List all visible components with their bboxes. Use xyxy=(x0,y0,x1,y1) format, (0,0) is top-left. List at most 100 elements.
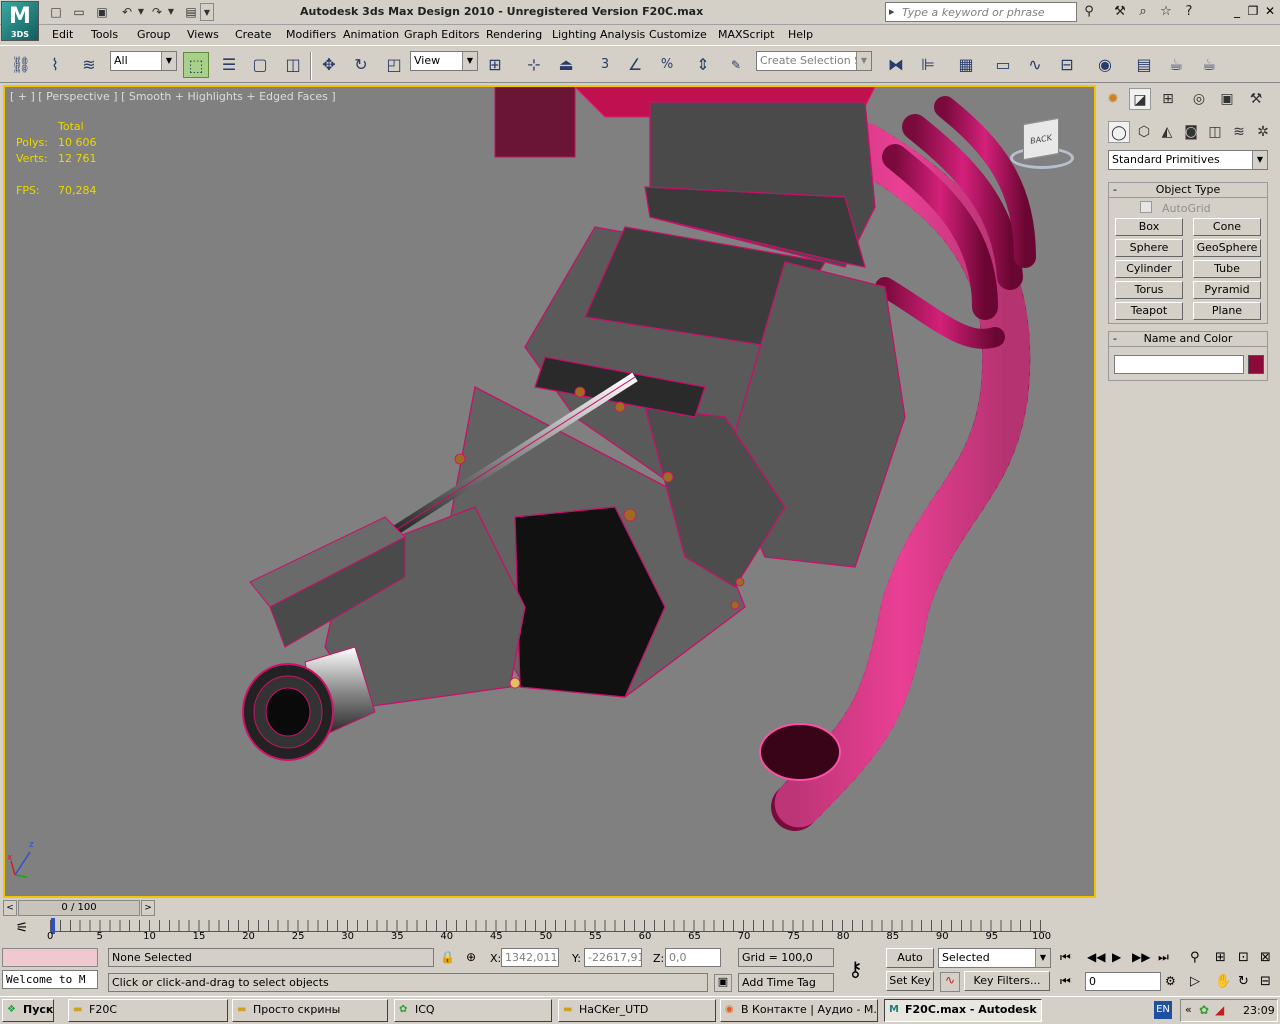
pyramid-button[interactable]: Pyramid xyxy=(1193,281,1261,299)
search-binoculars-icon[interactable]: ⚲ xyxy=(1080,3,1098,21)
undo-dropdown-icon[interactable]: ▼ xyxy=(136,3,146,21)
field-of-view-icon[interactable]: ▷ xyxy=(1190,974,1200,989)
render-setup-icon[interactable]: ▤ xyxy=(1131,52,1157,78)
project-folder-icon[interactable]: ▤ xyxy=(182,3,200,21)
modify-tab-icon[interactable]: ◪ xyxy=(1129,88,1151,110)
taskbar-item-hacker-utd[interactable]: ▬ HaCKer_UTD xyxy=(558,999,716,1022)
menu-animation[interactable]: Animation xyxy=(343,28,399,41)
taskbar-item-3dsmax[interactable]: M F20C.max - Autodesk ... xyxy=(884,999,1042,1022)
maxscript-listener-pink[interactable] xyxy=(2,948,98,967)
curve-editor-icon[interactable]: ∿ xyxy=(1022,52,1048,78)
zoom-extents-icon[interactable]: ⊡ xyxy=(1238,950,1249,965)
undo-icon[interactable]: ↶ xyxy=(118,3,136,21)
open-mini-curve-editor-icon[interactable]: ⚟ xyxy=(8,920,36,940)
menu-customize[interactable]: Customize xyxy=(649,28,707,41)
tray-icq-icon[interactable]: ✿ xyxy=(1199,1003,1209,1017)
shapes-category-icon[interactable]: ⬡ xyxy=(1133,121,1155,143)
primitive-type-dropdown[interactable]: Standard Primitives ▼ xyxy=(1108,150,1268,170)
bind-to-space-warp-icon[interactable]: ≋ xyxy=(76,52,102,78)
add-time-tag-button[interactable]: Add Time Tag xyxy=(738,973,834,992)
utilities-tab-icon[interactable]: ⚒ xyxy=(1245,88,1267,110)
maxscript-mini-listener[interactable]: Welcome to M xyxy=(2,970,98,989)
previous-frame-icon[interactable]: ◀◀ xyxy=(1087,950,1105,964)
key-mode-toggle-icon[interactable]: ⏮ xyxy=(1060,974,1071,989)
select-and-rotate-icon[interactable]: ↻ xyxy=(348,52,374,78)
menu-tools[interactable]: Tools xyxy=(91,28,118,41)
object-type-rollout-header[interactable]: - Object Type xyxy=(1108,182,1268,198)
display-tab-icon[interactable]: ▣ xyxy=(1216,88,1238,110)
pivot-center-icon[interactable]: ⊞ xyxy=(482,52,508,78)
help-icon[interactable]: ? xyxy=(1180,3,1198,21)
named-selection-set-dropdown[interactable]: Create Selection Se ▼ xyxy=(756,51,872,71)
next-frame-icon[interactable]: ▶▶ xyxy=(1132,950,1150,964)
perspective-viewport[interactable]: z x [ + ] [ Perspective ] [ Smooth + Hig… xyxy=(3,85,1096,898)
render-production-icon[interactable]: ☕ xyxy=(1196,52,1222,78)
x-coordinate-input[interactable]: 1342,011 xyxy=(501,948,559,967)
select-and-manipulate-icon[interactable]: ⊹ xyxy=(521,52,547,78)
unlink-selection-icon[interactable]: ⌇ xyxy=(42,52,68,78)
torus-button[interactable]: Torus xyxy=(1115,281,1183,299)
cone-button[interactable]: Cone xyxy=(1193,218,1261,236)
mirror-icon[interactable]: ⧓ xyxy=(883,52,909,78)
z-coordinate-input[interactable]: 0,0 xyxy=(665,948,721,967)
redo-icon[interactable]: ↷ xyxy=(148,3,166,21)
selection-filter-dropdown[interactable]: All ▼ xyxy=(110,51,177,71)
spinner-snap-icon[interactable]: ⇕ xyxy=(690,52,716,78)
key-filters-button[interactable]: Key Filters... xyxy=(964,971,1050,991)
select-and-move-icon[interactable]: ✥ xyxy=(316,52,342,78)
menu-modifiers[interactable]: Modifiers xyxy=(286,28,336,41)
absolute-mode-transform-icon[interactable]: ⊕ xyxy=(466,950,476,964)
reference-coordinate-dropdown[interactable]: View ▼ xyxy=(410,51,478,71)
select-and-link-icon[interactable]: ⛓ xyxy=(8,52,34,78)
taskbar-item-screenshots[interactable]: ▬ Просто скрины xyxy=(232,999,388,1022)
time-slider-prev-icon[interactable]: < xyxy=(3,900,17,916)
teapot-button[interactable]: Teapot xyxy=(1115,302,1183,320)
angle-snap-icon[interactable]: ∠ xyxy=(622,52,648,78)
language-indicator[interactable]: EN xyxy=(1154,1001,1172,1019)
orbit-icon[interactable]: ↻ xyxy=(1238,974,1249,989)
menu-help[interactable]: Help xyxy=(788,28,813,41)
menu-maxscript[interactable]: MAXScript xyxy=(718,28,774,41)
viewcube-back-face[interactable]: BACK xyxy=(1023,117,1059,161)
play-animation-icon[interactable]: ▶ xyxy=(1112,950,1121,964)
subscription-center-icon[interactable]: ⚒ xyxy=(1111,3,1129,21)
keyboard-shortcut-override-icon[interactable]: ⏏ xyxy=(553,52,579,78)
rendered-frame-window-icon[interactable]: ☕ xyxy=(1163,52,1189,78)
schematic-view-icon[interactable]: ⊟ xyxy=(1054,52,1080,78)
sphere-button[interactable]: Sphere xyxy=(1115,239,1183,257)
time-slider-next-icon[interactable]: > xyxy=(141,900,155,916)
auto-key-button[interactable]: Auto Key xyxy=(886,948,934,982)
y-coordinate-input[interactable]: -22617,914 xyxy=(584,948,642,967)
geometry-category-icon[interactable]: ◯ xyxy=(1108,121,1130,143)
viewcube[interactable]: BACK xyxy=(1005,117,1075,172)
percent-snap-icon[interactable]: % xyxy=(654,52,680,78)
pan-view-icon[interactable]: ✋ xyxy=(1215,974,1231,989)
current-frame-input[interactable]: 0 xyxy=(1085,972,1161,991)
zoom-icon[interactable]: ⚲ xyxy=(1190,950,1200,965)
box-button[interactable]: Box xyxy=(1115,218,1183,236)
taskbar-item-icq[interactable]: ✿ ICQ xyxy=(394,999,552,1022)
zoom-extents-all-icon[interactable]: ⊠ xyxy=(1260,950,1271,965)
close-icon[interactable]: ✕ xyxy=(1263,4,1277,18)
search-expand-icon[interactable]: ▸ xyxy=(889,5,895,18)
set-key-button[interactable]: Set Key xyxy=(886,971,934,991)
menu-group[interactable]: Group xyxy=(137,28,171,41)
object-color-swatch[interactable] xyxy=(1248,355,1264,374)
motion-tab-icon[interactable]: ◎ xyxy=(1188,88,1210,110)
quick-access-dropdown-icon[interactable]: ▼ xyxy=(200,3,214,21)
menu-graph-editors[interactable]: Graph Editors xyxy=(404,28,480,41)
default-in-out-tangent-icon[interactable]: ∿ xyxy=(940,972,960,992)
taskbar-item-f20c[interactable]: ▬ F20C xyxy=(68,999,228,1022)
tray-expand-icon[interactable]: « xyxy=(1185,1003,1192,1016)
edit-named-selection-icon[interactable]: ✎ xyxy=(723,52,749,78)
open-file-icon[interactable]: ▭ xyxy=(70,3,88,21)
rectangular-selection-icon[interactable]: ▢ xyxy=(247,52,273,78)
create-tab-icon[interactable]: ✹ xyxy=(1102,88,1124,110)
menu-views[interactable]: Views xyxy=(187,28,219,41)
geosphere-button[interactable]: GeoSphere xyxy=(1193,239,1261,257)
layer-manager-icon[interactable]: ▦ xyxy=(953,52,979,78)
new-file-icon[interactable]: □ xyxy=(47,3,65,21)
lights-category-icon[interactable]: ◭ xyxy=(1156,121,1178,143)
viewport-label[interactable]: [ + ] [ Perspective ] [ Smooth + Highlig… xyxy=(10,90,336,103)
favorites-star-icon[interactable]: ☆ xyxy=(1157,3,1175,21)
